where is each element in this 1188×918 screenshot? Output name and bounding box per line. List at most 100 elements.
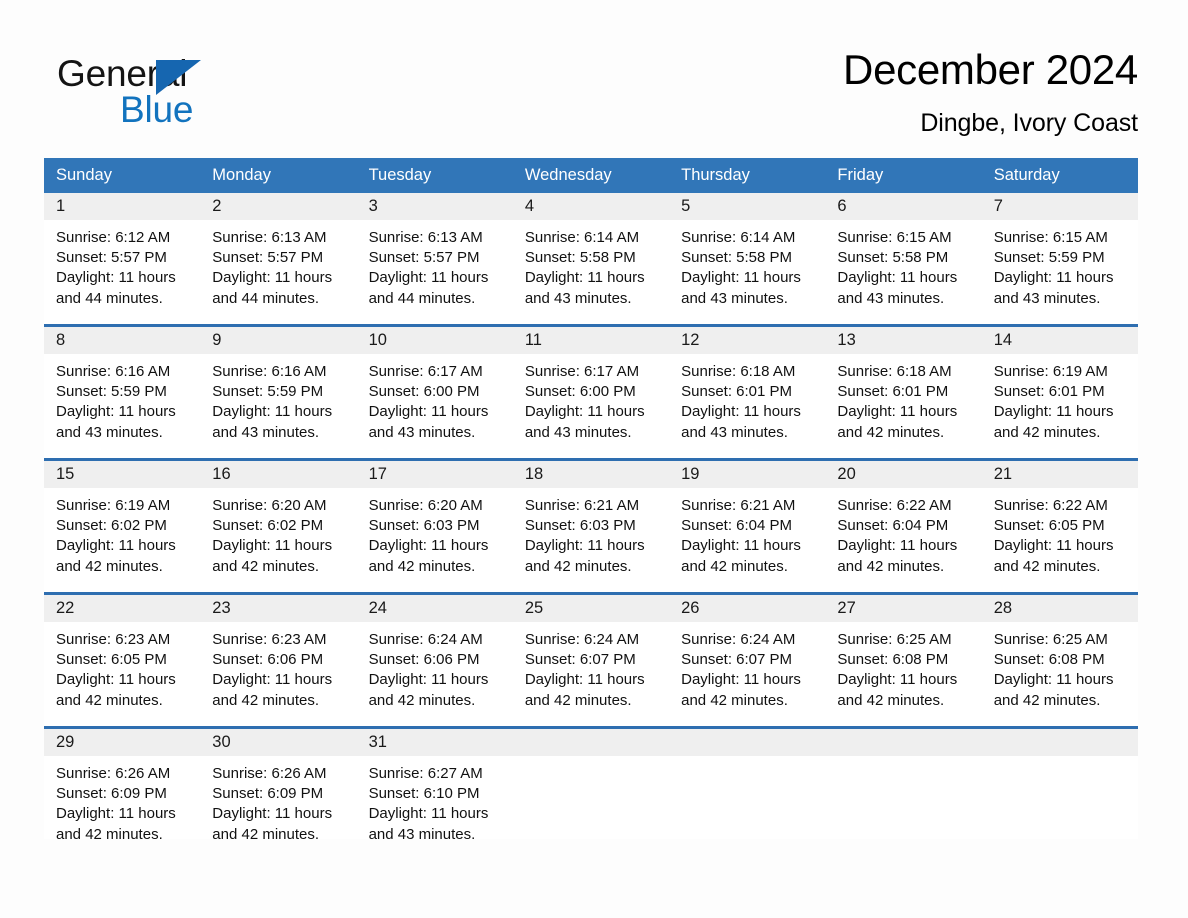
- sunrise-text: Sunrise: 6:26 AM: [212, 765, 327, 782]
- sunrise-text: Sunrise: 6:25 AM: [837, 631, 952, 648]
- calendar-day-cell[interactable]: 7 Sunrise: 6:15 AM Sunset: 5:59 PM Dayli…: [981, 193, 1138, 326]
- calendar-day-cell[interactable]: 22 Sunrise: 6:23 AM Sunset: 6:05 PM Dayl…: [44, 592, 201, 728]
- calendar-day-cell[interactable]: 17 Sunrise: 6:20 AM Sunset: 6:03 PM Dayl…: [356, 458, 513, 594]
- sunset-text: Sunset: 5:58 PM: [524, 249, 636, 267]
- sunrise-text: Sunrise: 6:16 AM: [56, 363, 171, 380]
- day-number: 11: [512, 327, 670, 354]
- calendar-day-cell[interactable]: 2 Sunrise: 6:13 AM Sunset: 5:57 PM Dayli…: [200, 193, 357, 326]
- calendar-day-cell-empty: [512, 726, 670, 839]
- day-number: 4: [512, 193, 670, 220]
- title-block: December 2024 Dingbe, Ivory Coast: [843, 44, 1138, 140]
- calendar-day-cell[interactable]: 26 Sunrise: 6:24 AM Sunset: 6:07 PM Dayl…: [669, 592, 826, 728]
- sunrise-text: Sunrise: 6:18 AM: [681, 363, 796, 380]
- calendar-day-cell[interactable]: 31 Sunrise: 6:27 AM Sunset: 6:10 PM Dayl…: [356, 726, 513, 843]
- calendar-day-cell[interactable]: 14 Sunrise: 6:19 AM Sunset: 6:01 PM Dayl…: [981, 324, 1138, 460]
- calendar-day-cell[interactable]: 24 Sunrise: 6:24 AM Sunset: 6:06 PM Dayl…: [356, 592, 513, 728]
- calendar-day-cell[interactable]: 29 Sunrise: 6:26 AM Sunset: 6:09 PM Dayl…: [44, 726, 201, 843]
- sunrise-text: Sunrise: 6:26 AM: [56, 765, 171, 782]
- day-details: Sunrise: 6:23 AM Sunset: 6:06 PM Dayligh…: [200, 622, 356, 711]
- daylight-text-line2: and 43 minutes.: [993, 289, 1101, 307]
- sunrise-text: Sunrise: 6:13 AM: [368, 229, 483, 246]
- day-details: Sunrise: 6:25 AM Sunset: 6:08 PM Dayligh…: [982, 622, 1138, 711]
- calendar-week-row: 8 Sunrise: 6:16 AM Sunset: 5:59 PM Dayli…: [44, 324, 1138, 460]
- sunset-text: Sunset: 6:07 PM: [681, 651, 793, 669]
- sunset-text: Sunset: 5:59 PM: [993, 249, 1105, 267]
- day-number: 21: [981, 461, 1138, 488]
- calendar-day-cell[interactable]: 5 Sunrise: 6:14 AM Sunset: 5:58 PM Dayli…: [669, 193, 826, 326]
- calendar-day-cell[interactable]: 18 Sunrise: 6:21 AM Sunset: 6:03 PM Dayl…: [512, 458, 670, 594]
- daylight-text-line2: and 44 minutes.: [56, 289, 163, 307]
- day-number: 9: [200, 327, 357, 354]
- daylight-text-line1: Daylight: 11 hours: [524, 403, 645, 421]
- daylight-text-line1: Daylight: 11 hours: [837, 537, 958, 555]
- daylight-text-line1: Daylight: 11 hours: [212, 269, 333, 287]
- calendar-day-cell[interactable]: 28 Sunrise: 6:25 AM Sunset: 6:08 PM Dayl…: [981, 592, 1138, 728]
- calendar-day-cell[interactable]: 21 Sunrise: 6:22 AM Sunset: 6:05 PM Dayl…: [981, 458, 1138, 594]
- day-details: Sunrise: 6:18 AM Sunset: 6:01 PM Dayligh…: [825, 354, 981, 443]
- daylight-text-line2: and 43 minutes.: [524, 289, 632, 307]
- calendar-day-cell[interactable]: 3 Sunrise: 6:13 AM Sunset: 5:57 PM Dayli…: [356, 193, 513, 326]
- calendar-day-cell[interactable]: 11 Sunrise: 6:17 AM Sunset: 6:00 PM Dayl…: [512, 324, 670, 460]
- calendar-week-row: 22 Sunrise: 6:23 AM Sunset: 6:05 PM Dayl…: [44, 592, 1138, 728]
- calendar-day-cell[interactable]: 8 Sunrise: 6:16 AM Sunset: 5:59 PM Dayli…: [44, 324, 201, 460]
- sunset-text: Sunset: 5:59 PM: [212, 383, 324, 401]
- sunset-text: Sunset: 6:07 PM: [524, 651, 636, 669]
- sunrise-text: Sunrise: 6:15 AM: [837, 229, 952, 246]
- daylight-text-line1: Daylight: 11 hours: [368, 537, 489, 555]
- sunrise-text: Sunrise: 6:18 AM: [837, 363, 952, 380]
- calendar-day-cell-empty: [825, 726, 982, 839]
- calendar-body: 1 Sunrise: 6:12 AM Sunset: 5:57 PM Dayli…: [44, 193, 1138, 843]
- sunrise-text: Sunrise: 6:16 AM: [212, 363, 327, 380]
- calendar-day-cell[interactable]: 13 Sunrise: 6:18 AM Sunset: 6:01 PM Dayl…: [825, 324, 982, 460]
- sunrise-text: Sunrise: 6:23 AM: [212, 631, 327, 648]
- daylight-text-line1: Daylight: 11 hours: [524, 269, 645, 287]
- general-blue-logo: General Blue: [57, 52, 317, 136]
- calendar-day-cell[interactable]: 15 Sunrise: 6:19 AM Sunset: 6:02 PM Dayl…: [44, 458, 201, 594]
- sunrise-text: Sunrise: 6:22 AM: [993, 497, 1108, 514]
- weekday-header-friday: Friday: [825, 158, 982, 193]
- daylight-text-line1: Daylight: 11 hours: [368, 805, 489, 823]
- weekday-header-sunday: Sunday: [44, 158, 201, 193]
- calendar-day-cell[interactable]: 27 Sunrise: 6:25 AM Sunset: 6:08 PM Dayl…: [825, 592, 982, 728]
- day-number: 20: [825, 461, 982, 488]
- weekday-header-thursday: Thursday: [669, 158, 826, 193]
- calendar-day-cell[interactable]: 1 Sunrise: 6:12 AM Sunset: 5:57 PM Dayli…: [44, 193, 201, 326]
- sunset-text: Sunset: 6:01 PM: [681, 383, 793, 401]
- calendar-day-cell[interactable]: 23 Sunrise: 6:23 AM Sunset: 6:06 PM Dayl…: [200, 592, 357, 728]
- day-number: 15: [44, 461, 201, 488]
- calendar-week-row: 15 Sunrise: 6:19 AM Sunset: 6:02 PM Dayl…: [44, 458, 1138, 594]
- day-number: 28: [981, 595, 1138, 622]
- weekday-header-wednesday: Wednesday: [512, 158, 670, 193]
- daylight-text-line1: Daylight: 11 hours: [56, 403, 176, 421]
- sunset-text: Sunset: 6:01 PM: [993, 383, 1105, 401]
- daylight-text-line2: and 42 minutes.: [681, 557, 788, 575]
- calendar-day-cell[interactable]: 19 Sunrise: 6:21 AM Sunset: 6:04 PM Dayl…: [669, 458, 826, 594]
- calendar-day-cell[interactable]: 30 Sunrise: 6:26 AM Sunset: 6:09 PM Dayl…: [200, 726, 357, 843]
- day-number: 7: [981, 193, 1138, 220]
- calendar-day-cell[interactable]: 10 Sunrise: 6:17 AM Sunset: 6:00 PM Dayl…: [356, 324, 513, 460]
- sunset-text: Sunset: 6:00 PM: [524, 383, 636, 401]
- calendar-day-cell[interactable]: 9 Sunrise: 6:16 AM Sunset: 5:59 PM Dayli…: [200, 324, 357, 460]
- sunset-text: Sunset: 5:57 PM: [368, 249, 480, 267]
- day-details: Sunrise: 6:27 AM Sunset: 6:10 PM Dayligh…: [357, 756, 513, 845]
- calendar-day-cell[interactable]: 16 Sunrise: 6:20 AM Sunset: 6:02 PM Dayl…: [200, 458, 357, 594]
- sunset-text: Sunset: 5:59 PM: [56, 383, 167, 401]
- sunset-text: Sunset: 5:57 PM: [212, 249, 324, 267]
- daylight-text-line2: and 43 minutes.: [56, 423, 163, 441]
- calendar-day-cell[interactable]: 4 Sunrise: 6:14 AM Sunset: 5:58 PM Dayli…: [512, 193, 670, 326]
- day-details: Sunrise: 6:13 AM Sunset: 5:57 PM Dayligh…: [200, 220, 356, 309]
- calendar-day-cell[interactable]: 25 Sunrise: 6:24 AM Sunset: 6:07 PM Dayl…: [512, 592, 670, 728]
- daylight-text-line1: Daylight: 11 hours: [56, 805, 176, 823]
- sunset-text: Sunset: 6:06 PM: [212, 651, 324, 669]
- sunrise-text: Sunrise: 6:19 AM: [56, 497, 171, 514]
- day-details: Sunrise: 6:15 AM Sunset: 5:58 PM Dayligh…: [825, 220, 981, 309]
- day-details: Sunrise: 6:24 AM Sunset: 6:07 PM Dayligh…: [513, 622, 669, 711]
- day-number: 30: [200, 729, 357, 756]
- calendar-day-cell[interactable]: 12 Sunrise: 6:18 AM Sunset: 6:01 PM Dayl…: [669, 324, 826, 460]
- daylight-text-line1: Daylight: 11 hours: [212, 805, 333, 823]
- calendar-day-cell[interactable]: 20 Sunrise: 6:22 AM Sunset: 6:04 PM Dayl…: [825, 458, 982, 594]
- sunset-text: Sunset: 6:05 PM: [993, 517, 1105, 535]
- day-details: Sunrise: 6:25 AM Sunset: 6:08 PM Dayligh…: [825, 622, 981, 711]
- page-header: General Blue December 2024 Dingbe, Ivory…: [44, 44, 1138, 154]
- calendar-day-cell[interactable]: 6 Sunrise: 6:15 AM Sunset: 5:58 PM Dayli…: [825, 193, 982, 326]
